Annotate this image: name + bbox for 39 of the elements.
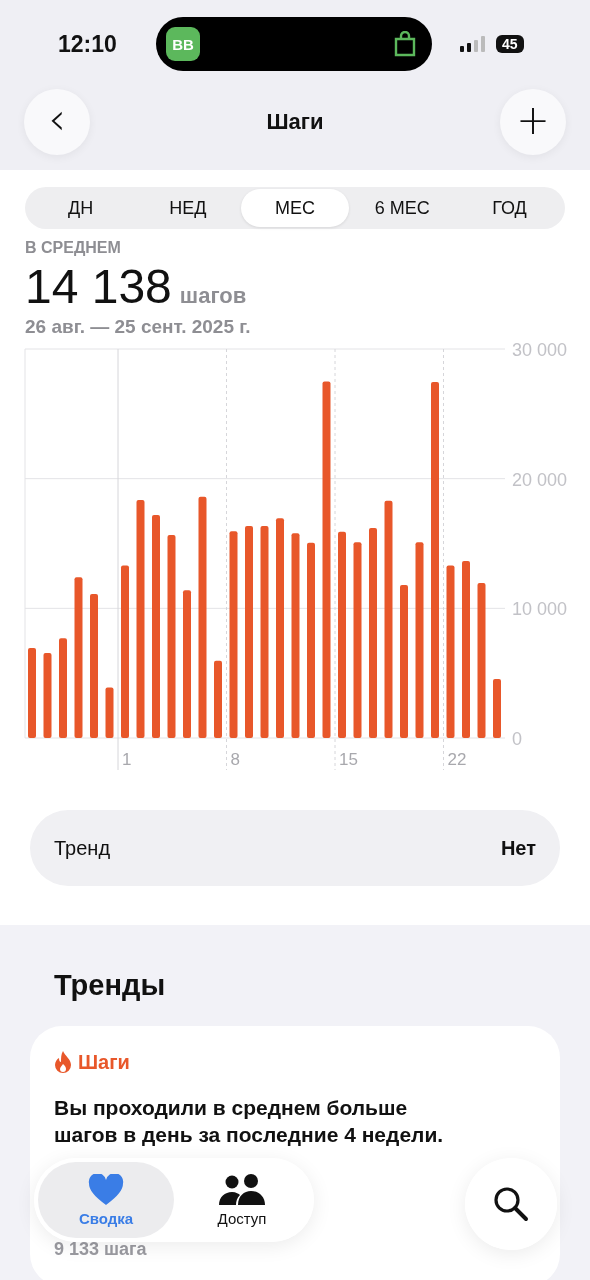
x-axis-label: 15: [339, 750, 358, 769]
section-title: Тренды: [53, 969, 167, 1002]
tab-item[interactable]: Доступ: [174, 1162, 310, 1238]
average-unit: шагов: [179, 283, 247, 309]
range-tab[interactable]: ГОД: [455, 189, 563, 227]
x-axis-label: 1: [122, 750, 132, 769]
x-axis-label: 8: [230, 750, 240, 769]
app-badge: BB: [166, 27, 200, 61]
page-title: Шаги: [266, 109, 324, 135]
step-bar: [105, 687, 114, 738]
battery-level: 45: [496, 35, 524, 53]
heart-icon: [88, 1173, 124, 1206]
average-caption: В СРЕДНЕМ: [25, 239, 122, 257]
range-tab[interactable]: ДН: [27, 189, 135, 227]
search-icon: [491, 1184, 531, 1224]
y-axis-label: 10 000: [512, 599, 568, 620]
card-category: Шаги: [78, 1050, 130, 1074]
date-range: 26 авг. — 25 сент. 2025 г.: [25, 316, 252, 338]
y-axis-label: 0: [512, 729, 522, 749]
range-tab[interactable]: 6 МЕС: [348, 189, 456, 227]
faded-step-count: 9 133 шага: [54, 1238, 148, 1260]
trend-description: Вы проходили в среднем больше шагов в день за последние 4 недели.: [54, 1095, 445, 1149]
average-value: 14 138: [25, 259, 172, 314]
signal-icon: [460, 36, 486, 52]
y-axis-label: 20 000: [512, 469, 568, 490]
add-button[interactable]: +: [500, 89, 566, 155]
range-tab[interactable]: МЕС: [241, 189, 349, 227]
range-tab[interactable]: НЕД: [134, 189, 242, 227]
back-button[interactable]: ‹: [24, 89, 90, 155]
status-time: 12:10: [58, 30, 118, 58]
x-axis-label: 22: [447, 750, 467, 769]
y-axis-label: 30 000: [512, 342, 568, 360]
trend-label: Тренд: [54, 836, 111, 860]
flame-icon: [54, 1050, 72, 1074]
trend-value: Нет: [500, 836, 536, 860]
people-icon: [218, 1173, 266, 1206]
step-bar: [493, 679, 501, 738]
shopping-bag-icon: [394, 31, 416, 57]
trend-row[interactable]: Тренд Нет: [30, 810, 560, 886]
